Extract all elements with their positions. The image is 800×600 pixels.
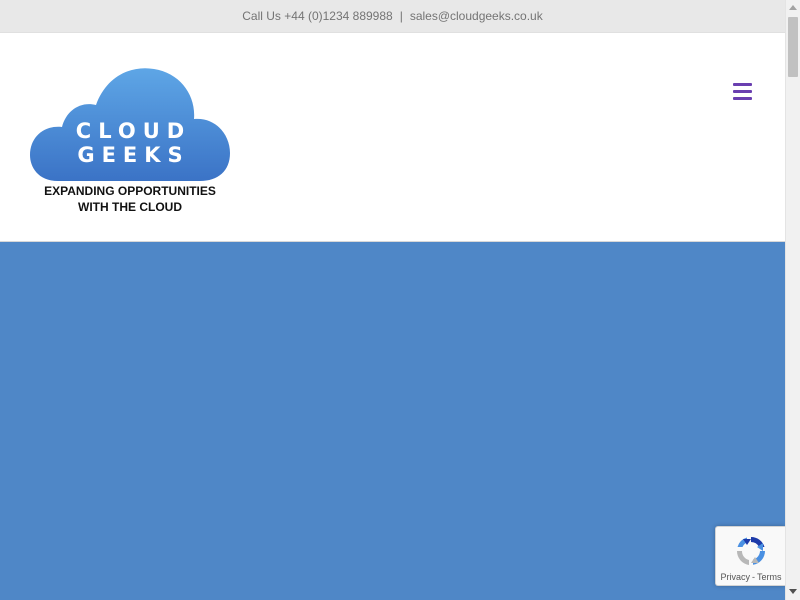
top-contact-bar: Call Us +44 (0)1234 889988 | sales@cloud…: [0, 0, 785, 33]
logo-tagline: EXPANDING OPPORTUNITIES WITH THE CLOUD: [30, 183, 230, 215]
vertical-scrollbar[interactable]: [785, 0, 800, 600]
menu-bar-3: [733, 97, 752, 100]
site-logo[interactable]: CLOUD GEEKS EXPANDING OPPORTUNITIES WITH…: [30, 63, 230, 223]
hero-banner: [0, 242, 785, 600]
site-header: CLOUD GEEKS EXPANDING OPPORTUNITIES WITH…: [0, 33, 785, 242]
hamburger-menu-icon[interactable]: [733, 83, 752, 100]
recaptcha-privacy-link[interactable]: Privacy: [720, 572, 750, 582]
logo-word-geeks: GEEKS: [77, 143, 190, 167]
menu-bar-2: [733, 90, 752, 93]
tagline-line-1: EXPANDING OPPORTUNITIES: [44, 184, 216, 198]
menu-bar-1: [733, 83, 752, 86]
scroll-thumb[interactable]: [788, 17, 798, 77]
call-us-phone[interactable]: Call Us +44 (0)1234 889988: [242, 9, 392, 23]
recaptcha-separator: -: [752, 572, 755, 582]
tagline-line-2: WITH THE CLOUD: [78, 200, 182, 214]
recaptcha-links: Privacy - Terms: [716, 572, 785, 582]
page: Call Us +44 (0)1234 889988 | sales@cloud…: [0, 0, 785, 600]
recaptcha-badge[interactable]: Privacy - Terms: [715, 526, 785, 586]
contact-email-link[interactable]: sales@cloudgeeks.co.uk: [410, 9, 543, 23]
logo-word-cloud: CLOUD: [75, 119, 192, 143]
contact-separator: |: [399, 9, 403, 23]
scroll-up-arrow-icon[interactable]: [789, 5, 797, 10]
recaptcha-terms-link[interactable]: Terms: [757, 572, 782, 582]
recaptcha-logo-icon: [736, 536, 765, 565]
scroll-down-arrow-icon[interactable]: [789, 589, 797, 594]
